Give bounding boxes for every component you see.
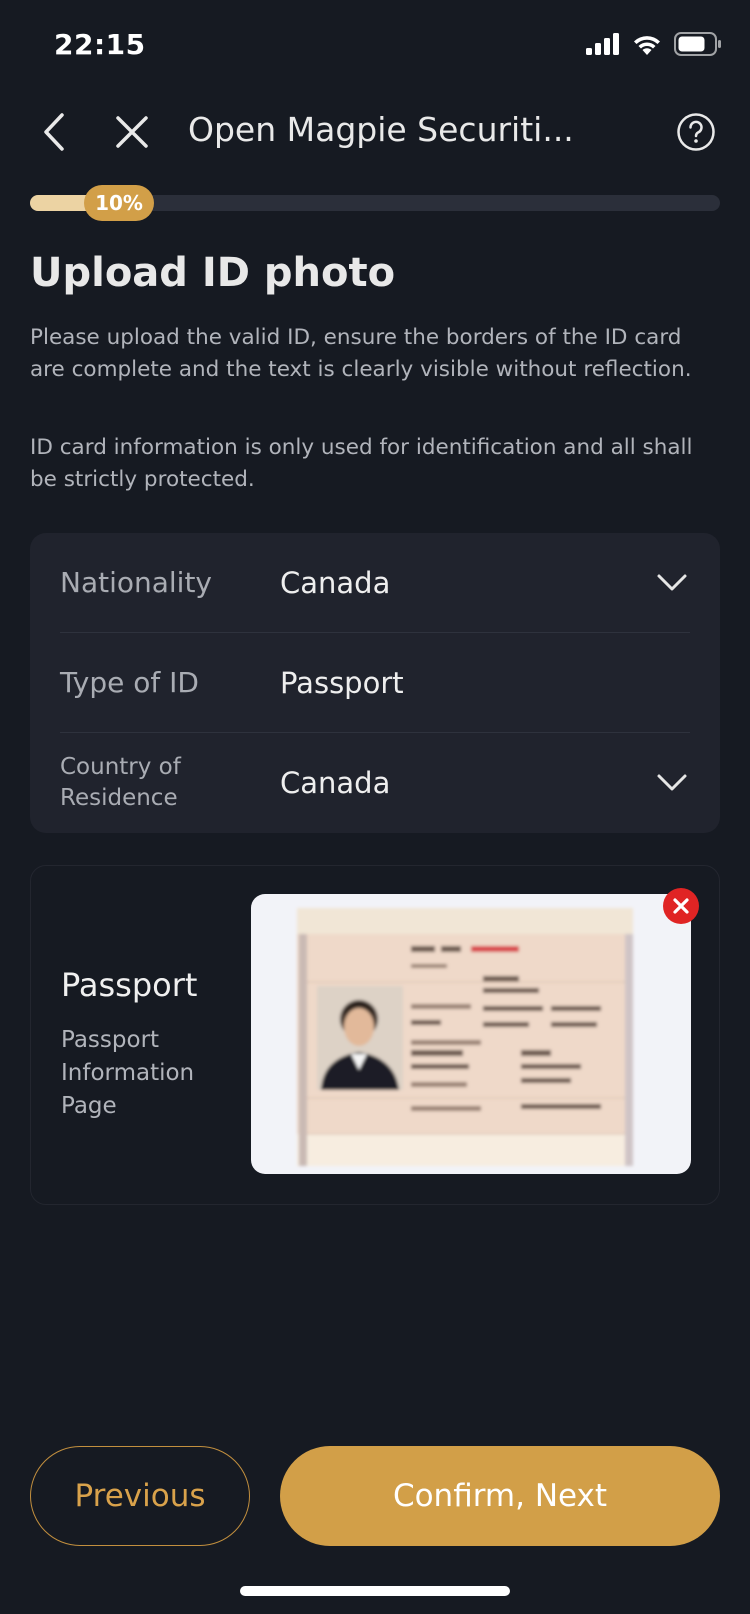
progress-badge: 10% (84, 185, 154, 221)
id-type-value: Passport (280, 665, 404, 700)
upload-instructions: Please upload the valid ID, ensure the b… (30, 325, 692, 382)
passport-upload-card: Passport Passport Information Page (30, 865, 720, 1205)
residence-label: Country of Residence (60, 754, 181, 811)
chevron-down-icon (654, 765, 690, 801)
signal-icon (586, 33, 620, 59)
residence-select[interactable]: Country of Residence Canada (60, 733, 690, 833)
confirm-next-button[interactable]: Confirm, Next (280, 1446, 720, 1546)
nationality-label: Nationality (60, 566, 213, 599)
privacy-notice: ID card information is only used for ide… (30, 435, 693, 492)
wifi-icon (632, 33, 662, 59)
help-circle-icon (677, 113, 715, 151)
passport-subtitle: Passport Information Page (61, 1027, 195, 1119)
status-bar: 22:15 (0, 0, 750, 92)
id-type-row: Type of ID Passport (60, 633, 690, 733)
nationality-select[interactable]: Nationality Canada (60, 533, 690, 633)
app-screen: 22:15 Open Magpie Securiti... 10% Upload… (0, 0, 750, 1614)
home-indicator (240, 1586, 510, 1596)
back-button[interactable] (30, 108, 78, 156)
passport-title: Passport (61, 966, 198, 1004)
id-type-label: Type of ID (60, 666, 199, 699)
page-title: Upload ID photo (30, 250, 396, 296)
remove-photo-button[interactable] (663, 888, 699, 924)
page-title-nav: Open Magpie Securiti... (188, 110, 574, 149)
chevron-down-icon (654, 565, 690, 601)
status-time: 22:15 (54, 28, 146, 61)
residence-value: Canada (280, 766, 391, 800)
id-info-card: Nationality Canada Type of ID Passport C… (30, 533, 720, 833)
passport-photo-thumbnail[interactable] (251, 894, 691, 1174)
status-icons (586, 32, 722, 60)
close-icon (116, 116, 148, 148)
nav-bar: Open Magpie Securiti... (0, 92, 750, 172)
close-icon (673, 898, 689, 914)
previous-button[interactable]: Previous (30, 1446, 250, 1546)
battery-icon (674, 32, 722, 60)
help-button[interactable] (672, 108, 720, 156)
close-button[interactable] (108, 108, 156, 156)
chevron-left-icon (44, 113, 64, 151)
nationality-value: Canada (280, 565, 391, 600)
passport-image (297, 908, 633, 1166)
